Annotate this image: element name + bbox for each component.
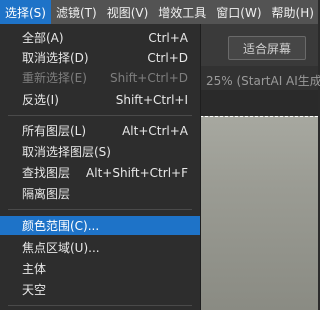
menu-item-shortcut: Ctrl+A — [148, 30, 188, 45]
menu-item-label: 所有图层(L) — [22, 124, 87, 138]
menu-plugins[interactable]: 增效工具 — [153, 0, 211, 24]
select-menu-dropdown: 全部(A) Ctrl+A 取消选择(D) Ctrl+D 重新选择(E) Shif… — [0, 24, 201, 310]
menu-item-shortcut: Shift+Ctrl+D — [110, 70, 188, 85]
menu-item-find-layers[interactable]: 查找图层 Alt+Shift+Ctrl+F — [0, 163, 200, 182]
menubar: 选择(S) 滤镜(T) 视图(V) 增效工具 窗口(W) 帮助(H) — [0, 0, 318, 24]
menu-item-deselect[interactable]: 取消选择(D) Ctrl+D — [0, 48, 200, 67]
document-tab[interactable]: 25% (StartAI AI生成, — [206, 72, 320, 89]
menu-item-label: 隔离图层 — [22, 187, 71, 201]
menu-item-label: 颜色范围(C)... — [22, 219, 100, 233]
menu-item-deselect-layers[interactable]: 取消选择图层(S) — [0, 142, 200, 161]
canvas-gutter — [200, 90, 318, 116]
menu-item-sky[interactable]: 天空 — [0, 280, 200, 299]
menu-item-color-range[interactable]: 颜色范围(C)... — [0, 216, 200, 235]
menu-item-label: 主体 — [22, 262, 47, 276]
menu-item-reselect[interactable]: 重新选择(E) Shift+Ctrl+D — [0, 68, 200, 87]
menu-help[interactable]: 帮助(H) — [267, 0, 319, 24]
menu-item-label: 全部(A) — [22, 31, 64, 45]
menu-item-all-layers[interactable]: 所有图层(L) Alt+Ctrl+A — [0, 121, 200, 140]
menu-item-label: 取消选择(D) — [22, 51, 89, 65]
fit-screen-button[interactable]: 适合屏幕 — [228, 36, 306, 60]
menu-item-shortcut: Ctrl+D — [147, 50, 188, 65]
selection-marquee — [200, 116, 318, 118]
menu-window[interactable]: 窗口(W) — [211, 0, 266, 24]
menu-separator — [8, 115, 192, 116]
menu-item-label: 取消选择图层(S) — [22, 145, 111, 159]
menu-item-inverse[interactable]: 反选(I) Shift+Ctrl+I — [0, 90, 200, 109]
menu-item-label: 重新选择(E) — [22, 71, 87, 85]
menu-select[interactable]: 选择(S) — [0, 0, 51, 24]
menu-item-label: 查找图层 — [22, 166, 71, 180]
menu-item-label: 焦点区域(U)... — [22, 241, 100, 255]
menu-separator — [8, 305, 192, 306]
menu-item-subject[interactable]: 主体 — [0, 259, 200, 278]
menu-item-shortcut: Alt+Ctrl+A — [122, 123, 188, 138]
menu-filter[interactable]: 滤镜(T) — [51, 0, 102, 24]
menu-item-all[interactable]: 全部(A) Ctrl+A — [0, 28, 200, 47]
menu-item-focus-area[interactable]: 焦点区域(U)... — [0, 238, 200, 257]
canvas[interactable] — [200, 116, 318, 310]
menu-item-isolate-layers[interactable]: 隔离图层 — [0, 184, 200, 203]
menu-item-shortcut: Shift+Ctrl+I — [115, 92, 188, 107]
menu-view[interactable]: 视图(V) — [102, 0, 154, 24]
menu-item-label: 反选(I) — [22, 93, 59, 107]
menu-separator — [8, 209, 192, 210]
menu-item-shortcut: Alt+Shift+Ctrl+F — [86, 165, 188, 180]
menu-item-label: 天空 — [22, 283, 47, 297]
